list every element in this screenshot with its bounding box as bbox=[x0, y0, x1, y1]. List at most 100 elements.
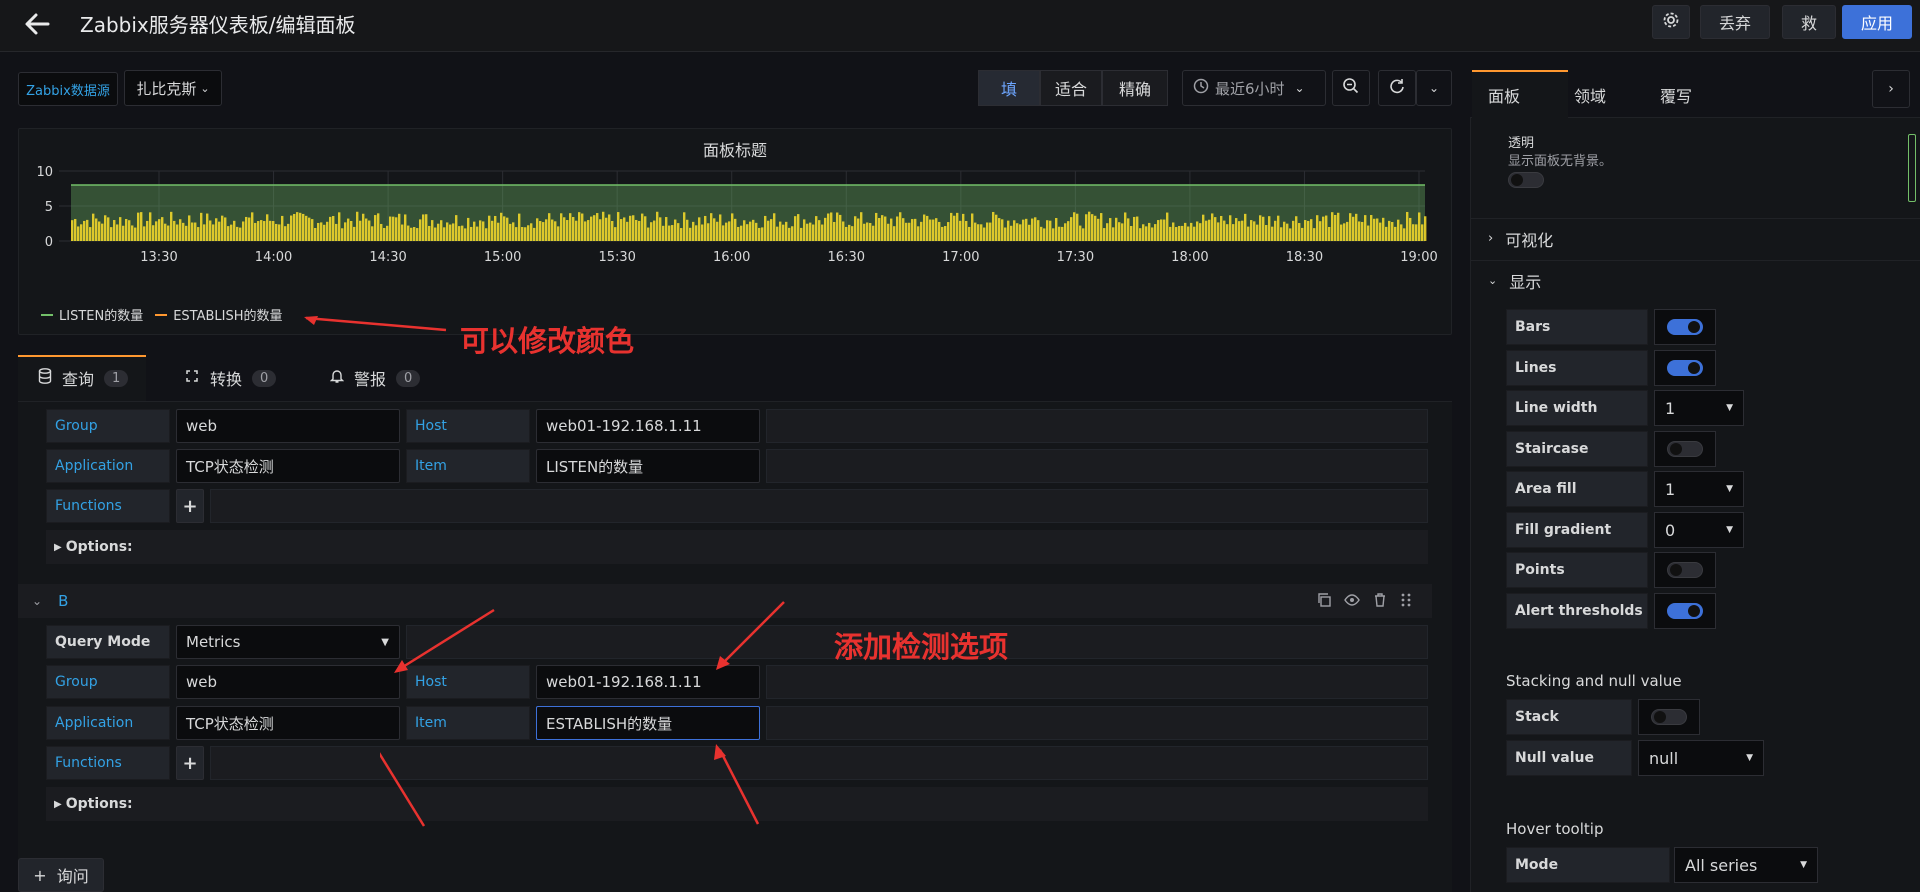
establish-bar bbox=[212, 224, 215, 241]
display-option-toggle[interactable] bbox=[1654, 431, 1716, 467]
save-button[interactable]: 救 bbox=[1782, 5, 1836, 39]
establish-bar bbox=[728, 221, 731, 241]
trash-icon[interactable] bbox=[1372, 592, 1388, 612]
query-a-application-input[interactable]: TCP状态检测 bbox=[176, 449, 400, 483]
establish-bar bbox=[251, 212, 254, 241]
display-option-toggle[interactable] bbox=[1654, 593, 1716, 629]
stack-toggle[interactable] bbox=[1638, 699, 1700, 735]
establish-bar bbox=[77, 226, 80, 241]
toggle-switch[interactable] bbox=[1667, 562, 1703, 578]
settings-button[interactable] bbox=[1652, 5, 1690, 39]
clock-icon bbox=[1193, 78, 1209, 98]
collapse-pane-button[interactable]: › bbox=[1872, 70, 1910, 108]
duplicate-icon[interactable] bbox=[1316, 592, 1332, 612]
establish-bar bbox=[1208, 219, 1211, 241]
query-a-group-input[interactable]: web bbox=[176, 409, 400, 443]
establish-bar bbox=[464, 228, 467, 241]
establish-bar bbox=[1109, 218, 1112, 241]
plus-icon: + bbox=[182, 495, 198, 517]
legend-item-establish[interactable]: ESTABLISH的数量 bbox=[173, 305, 282, 324]
establish-bar bbox=[203, 224, 206, 241]
refresh-button[interactable] bbox=[1378, 70, 1416, 106]
establish-bar bbox=[1073, 212, 1076, 241]
establish-bar bbox=[1178, 225, 1181, 241]
establish-bar bbox=[419, 219, 422, 241]
display-option-select[interactable]: 1 ▼ bbox=[1654, 390, 1744, 426]
tab-panel[interactable]: 面板 bbox=[1488, 72, 1520, 118]
eye-icon[interactable] bbox=[1344, 592, 1360, 612]
view-mode-fill[interactable]: 填 bbox=[978, 70, 1040, 106]
query-b-application-input[interactable]: TCP状态检测 bbox=[176, 706, 400, 740]
transparent-toggle[interactable] bbox=[1508, 172, 1544, 188]
establish-bar bbox=[302, 213, 305, 241]
toggle-switch[interactable] bbox=[1667, 360, 1703, 376]
visualization-section[interactable]: › 可视化 bbox=[1470, 218, 1920, 258]
establish-bar bbox=[1385, 226, 1388, 241]
tab-fields[interactable]: 领域 bbox=[1574, 72, 1606, 118]
establish-bar bbox=[1070, 217, 1073, 241]
establish-bar bbox=[1316, 215, 1319, 241]
query-a-options-toggle[interactable]: ▶ Options: bbox=[46, 530, 1428, 564]
toggle-switch[interactable] bbox=[1667, 603, 1703, 619]
establish-bar bbox=[905, 222, 908, 241]
display-option-toggle[interactable] bbox=[1654, 350, 1716, 386]
tab-overrides[interactable]: 覆写 bbox=[1660, 72, 1692, 118]
tab-transform[interactable]: 转换 0 bbox=[184, 355, 277, 401]
establish-bar bbox=[383, 227, 386, 241]
establish-bar bbox=[1142, 224, 1145, 241]
establish-bar bbox=[1307, 220, 1310, 241]
establish-bar bbox=[488, 215, 491, 241]
establish-bar bbox=[449, 224, 452, 241]
null-value-select[interactable]: null ▼ bbox=[1638, 740, 1764, 776]
stacking-title: Stacking and null value bbox=[1506, 672, 1682, 690]
tab-alert-label: 警报 bbox=[354, 370, 387, 389]
query-b-group-input[interactable]: web bbox=[176, 665, 400, 699]
query-a-host-input[interactable]: web01-192.168.1.11 bbox=[536, 409, 760, 443]
query-a-add-function-button[interactable]: + bbox=[176, 489, 204, 523]
query-b-add-function-button[interactable]: + bbox=[176, 746, 204, 780]
view-mode-fit[interactable]: 适合 bbox=[1040, 70, 1102, 106]
establish-bar bbox=[1085, 214, 1088, 241]
annotation-arrows bbox=[380, 601, 785, 827]
scrollbar[interactable] bbox=[1908, 134, 1916, 202]
establish-bar bbox=[200, 212, 203, 241]
establish-bar bbox=[1169, 226, 1172, 241]
establish-bar bbox=[263, 221, 266, 241]
establish-bar bbox=[641, 213, 644, 241]
datasource-select[interactable]: 扎比克斯 ⌄ bbox=[124, 70, 222, 106]
establish-bar bbox=[731, 213, 734, 241]
query-b-mode-select[interactable]: Metrics ▼ bbox=[176, 625, 400, 659]
establish-bar bbox=[806, 223, 809, 241]
display-option-label: Fill gradient bbox=[1506, 512, 1648, 548]
display-option-select[interactable]: 1 ▼ bbox=[1654, 471, 1744, 507]
drag-handle-icon[interactable] bbox=[1400, 592, 1412, 612]
time-range-picker[interactable]: 最近6小时 ⌄ bbox=[1182, 70, 1326, 106]
refresh-interval-dropdown[interactable]: ⌄ bbox=[1416, 70, 1452, 106]
establish-bar bbox=[443, 227, 446, 241]
stack-switch[interactable] bbox=[1651, 709, 1687, 725]
tab-alert[interactable]: 警报 0 bbox=[329, 355, 421, 401]
toggle-switch[interactable] bbox=[1667, 319, 1703, 335]
zoom-out-button[interactable] bbox=[1332, 70, 1370, 106]
establish-bar bbox=[1352, 216, 1355, 241]
establish-bar bbox=[284, 226, 287, 241]
establish-bar bbox=[779, 221, 782, 241]
view-mode-exact[interactable]: 精确 bbox=[1102, 70, 1168, 106]
back-arrow-icon[interactable] bbox=[20, 6, 56, 42]
establish-bar bbox=[980, 224, 983, 241]
display-section[interactable]: ⌄ 显示 bbox=[1470, 260, 1920, 300]
apply-button[interactable]: 应用 bbox=[1842, 5, 1912, 39]
add-query-button[interactable]: + 询问 bbox=[18, 858, 104, 892]
establish-bar bbox=[860, 212, 863, 241]
query-a-item-input[interactable]: LISTEN的数量 bbox=[536, 449, 760, 483]
mode-select[interactable]: All series ▼ bbox=[1674, 847, 1818, 883]
chevron-down-icon[interactable]: ⌄ bbox=[32, 594, 42, 608]
transparent-switch[interactable] bbox=[1508, 172, 1544, 188]
display-option-toggle[interactable] bbox=[1654, 552, 1716, 588]
display-option-select[interactable]: 0 ▼ bbox=[1654, 512, 1744, 548]
discard-button[interactable]: 丢弃 bbox=[1700, 5, 1770, 39]
display-option-toggle[interactable] bbox=[1654, 309, 1716, 345]
tab-query[interactable]: 查询 1 bbox=[38, 355, 129, 401]
legend-item-listen[interactable]: LISTEN的数量 bbox=[59, 305, 143, 324]
toggle-switch[interactable] bbox=[1667, 441, 1703, 457]
